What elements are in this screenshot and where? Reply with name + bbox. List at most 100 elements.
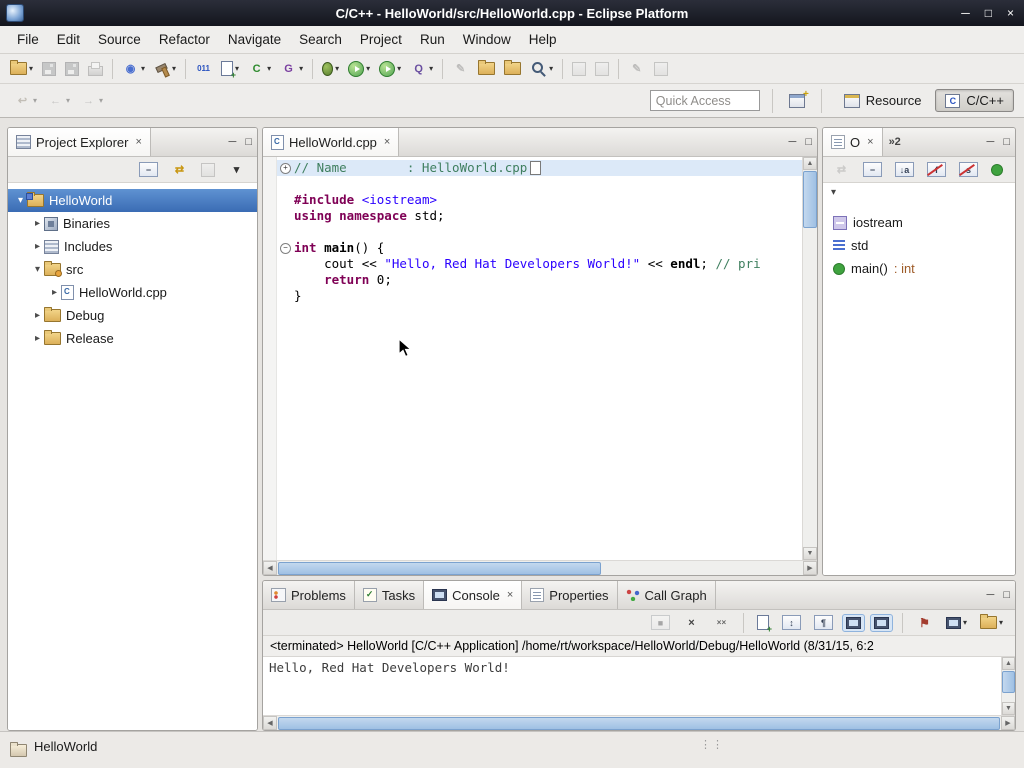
- menu-refactor[interactable]: Refactor: [150, 26, 219, 53]
- menu-window[interactable]: Window: [454, 26, 520, 53]
- maximize-view-button[interactable]: □: [1003, 136, 1010, 148]
- close-icon[interactable]: ×: [384, 136, 390, 148]
- menu-project[interactable]: Project: [351, 26, 411, 53]
- tab-call-graph[interactable]: Call Graph: [618, 581, 716, 609]
- outline-view-menu[interactable]: ▾: [823, 183, 1015, 201]
- scrollbar-thumb[interactable]: [278, 717, 1000, 730]
- new-cpp-project-button[interactable]: ◉▾: [118, 58, 149, 80]
- collapse-all-button[interactable]: −: [135, 159, 162, 180]
- code-line-5[interactable]: [277, 224, 802, 240]
- code-line-2[interactable]: [277, 176, 802, 192]
- window-maximize-button[interactable]: □: [985, 6, 992, 20]
- console-vertical-scrollbar[interactable]: ▲ ▼: [1001, 657, 1015, 715]
- new-class-dropdown[interactable]: ▾: [267, 64, 271, 73]
- run-dropdown[interactable]: ▾: [366, 64, 370, 73]
- outline-item-main-[interactable]: main() : int: [823, 257, 1015, 280]
- pin-console-button[interactable]: ⚑: [912, 612, 937, 634]
- scroll-right-icon[interactable]: ▶: [1001, 716, 1015, 730]
- scroll-lock-button[interactable]: ↕: [778, 612, 805, 633]
- run-history-dropdown[interactable]: ▾: [397, 64, 401, 73]
- expander-icon[interactable]: ▸: [31, 333, 44, 344]
- tree-item-binaries[interactable]: ▸Binaries: [8, 212, 257, 235]
- menu-navigate[interactable]: Navigate: [219, 26, 290, 53]
- menu-edit[interactable]: Edit: [48, 26, 89, 53]
- clear-console-button[interactable]: [753, 612, 773, 633]
- show-stderr-button[interactable]: [870, 614, 893, 632]
- word-wrap-button[interactable]: ¶: [810, 612, 837, 633]
- perspective-cpp-button[interactable]: C/C++: [935, 89, 1014, 112]
- expander-icon[interactable]: ▸: [48, 287, 61, 298]
- view-overflow-button[interactable]: »2: [883, 128, 907, 156]
- tab-helloworld-cpp[interactable]: HelloWorld.cpp ×: [263, 128, 399, 156]
- window-minimize-button[interactable]: ─: [961, 6, 970, 20]
- outline-item-std[interactable]: std: [823, 234, 1015, 257]
- menu-search[interactable]: Search: [290, 26, 351, 53]
- maximize-view-button[interactable]: □: [805, 136, 812, 148]
- debug-dropdown[interactable]: ▾: [335, 64, 339, 73]
- display-selected-console-dropdown[interactable]: ▾: [963, 618, 967, 627]
- open-console-button[interactable]: ▾: [976, 613, 1007, 632]
- run-history-button[interactable]: ▾: [375, 58, 405, 80]
- new-cpp-project-dropdown[interactable]: ▾: [141, 64, 145, 73]
- new-class-button[interactable]: C▾: [244, 58, 275, 80]
- console-output[interactable]: Hello, Red Hat Developers World!: [263, 657, 1001, 715]
- window-close-button[interactable]: ×: [1007, 6, 1014, 20]
- expander-icon[interactable]: ▸: [31, 218, 44, 229]
- scrollbar-thumb[interactable]: [1002, 671, 1015, 693]
- fold-plus-icon[interactable]: +: [277, 163, 294, 174]
- show-stdout-button[interactable]: [842, 614, 865, 632]
- open-perspective-button[interactable]: [785, 91, 809, 111]
- tab-outline[interactable]: O ×: [823, 128, 883, 156]
- debug-button[interactable]: ▾: [318, 59, 343, 79]
- close-icon[interactable]: ×: [507, 589, 513, 601]
- scroll-left-icon[interactable]: ◀: [263, 561, 277, 575]
- tab-tasks[interactable]: Tasks: [355, 581, 424, 609]
- search-button[interactable]: ▾: [526, 58, 557, 80]
- menu-source[interactable]: Source: [89, 26, 150, 53]
- editor-vertical-scrollbar[interactable]: ▲ ▼: [802, 157, 817, 560]
- fold-minus-icon[interactable]: −: [277, 243, 294, 254]
- code-line-8[interactable]: return 0;: [277, 272, 802, 288]
- scroll-right-icon[interactable]: ▶: [803, 561, 817, 575]
- quick-access-input[interactable]: [650, 90, 760, 111]
- code-line-1[interactable]: +// Name : HelloWorld.cpp: [277, 160, 802, 176]
- new-wizard-dropdown[interactable]: ▾: [29, 64, 33, 73]
- hide-fields-button[interactable]: f: [923, 159, 950, 180]
- minimize-view-button[interactable]: ─: [229, 136, 237, 148]
- hide-static-button[interactable]: s: [955, 159, 982, 180]
- tree-item-release[interactable]: ▸Release: [8, 327, 257, 350]
- code-template-button[interactable]: G▾: [276, 58, 307, 80]
- status-drag-handle[interactable]: ⋮⋮: [700, 738, 724, 751]
- tree-item-helloworld-cpp[interactable]: ▸HelloWorld.cpp: [8, 281, 257, 304]
- close-icon[interactable]: ×: [867, 136, 873, 148]
- scroll-up-icon[interactable]: ▲: [803, 157, 817, 170]
- folded-region-indicator[interactable]: [530, 161, 541, 175]
- tab-properties[interactable]: Properties: [522, 581, 617, 609]
- profile-button[interactable]: Q▾: [406, 58, 437, 80]
- menu-help[interactable]: Help: [520, 26, 566, 53]
- remove-all-launches-button[interactable]: ××: [709, 612, 734, 634]
- open-console-dropdown[interactable]: ▾: [999, 618, 1003, 627]
- tab-problems[interactable]: Problems: [263, 581, 355, 609]
- collapse-all-button[interactable]: −: [859, 159, 886, 180]
- open-resource-button[interactable]: [500, 59, 525, 78]
- outline-item-iostream[interactable]: iostream: [823, 211, 1015, 234]
- code-line-7[interactable]: cout << "Hello, Red Hat Developers World…: [277, 256, 802, 272]
- build-dropdown[interactable]: ▾: [172, 64, 176, 73]
- tree-item-debug[interactable]: ▸Debug: [8, 304, 257, 327]
- build-button[interactable]: ▾: [150, 58, 180, 80]
- expander-icon[interactable]: ▸: [31, 241, 44, 252]
- run-button[interactable]: ▾: [344, 58, 374, 80]
- new-wizard-button[interactable]: ▾: [6, 59, 37, 78]
- menu-file[interactable]: File: [8, 26, 48, 53]
- maximize-view-button[interactable]: □: [1003, 589, 1010, 601]
- expander-icon[interactable]: ▾: [31, 264, 44, 275]
- minimize-view-button[interactable]: ─: [987, 589, 995, 601]
- code-template-dropdown[interactable]: ▾: [299, 64, 303, 73]
- close-icon[interactable]: ×: [135, 136, 141, 148]
- display-selected-console-button[interactable]: ▾: [942, 614, 971, 632]
- view-menu-button[interactable]: ▾: [224, 159, 249, 181]
- maximize-view-button[interactable]: □: [245, 136, 252, 148]
- minimize-view-button[interactable]: ─: [987, 136, 995, 148]
- profile-dropdown[interactable]: ▾: [429, 64, 433, 73]
